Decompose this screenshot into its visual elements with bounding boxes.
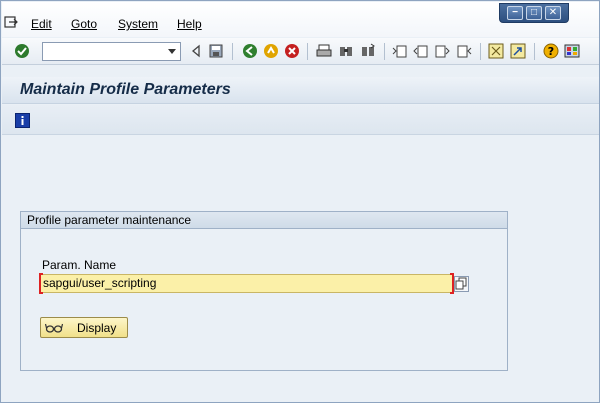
customize-layout-icon[interactable] <box>564 43 580 59</box>
groupbox-title: Profile parameter maintenance <box>21 212 507 229</box>
chevron-down-icon[interactable] <box>168 49 176 54</box>
find-next-icon[interactable] <box>360 43 376 59</box>
minimize-button[interactable]: − <box>507 6 523 20</box>
toolbar-separator <box>384 43 385 60</box>
sap-window: Edit Goto System Help − □ ✕ ? Maintain P… <box>0 0 600 403</box>
menu-bar: Edit Goto System Help − □ ✕ <box>2 2 599 37</box>
value-help-button[interactable] <box>454 276 469 292</box>
next-page-icon[interactable] <box>434 43 450 59</box>
first-page-icon[interactable] <box>392 43 408 59</box>
toolbar-separator <box>534 43 535 60</box>
last-page-icon[interactable] <box>456 43 472 59</box>
param-name-label: Param. Name <box>42 258 117 272</box>
glasses-icon <box>45 323 63 333</box>
title-bar: Maintain Profile Parameters <box>2 77 599 104</box>
required-marker-left <box>39 273 43 294</box>
param-name-input[interactable]: sapgui/user_scripting <box>39 274 454 293</box>
toolbar-separator <box>232 43 233 60</box>
application-toolbar <box>2 105 599 135</box>
system-menu-icon[interactable] <box>4 15 18 29</box>
create-session-icon[interactable] <box>488 43 504 59</box>
maximize-button[interactable]: □ <box>526 6 542 20</box>
standard-toolbar: ? <box>2 38 599 65</box>
command-field[interactable] <box>42 42 181 61</box>
exit-icon[interactable] <box>263 43 279 59</box>
enter-icon[interactable] <box>14 43 30 59</box>
display-button[interactable]: Display <box>40 317 128 338</box>
menu-goto[interactable]: Goto <box>71 17 97 31</box>
back-nav-icon[interactable] <box>242 43 258 59</box>
copy-icon <box>455 277 467 290</box>
print-icon[interactable] <box>316 43 332 59</box>
page-title: Maintain Profile Parameters <box>20 81 231 98</box>
close-button[interactable]: ✕ <box>545 6 561 20</box>
info-icon[interactable] <box>15 113 30 128</box>
save-icon[interactable] <box>208 43 224 59</box>
menu-system[interactable]: System <box>118 17 158 31</box>
cancel-icon[interactable] <box>284 43 300 59</box>
previous-page-icon[interactable] <box>413 43 429 59</box>
find-icon[interactable] <box>338 43 354 59</box>
toolbar-separator <box>307 43 308 60</box>
back-icon[interactable] <box>188 43 204 59</box>
window-controls: − □ ✕ <box>499 3 569 23</box>
shortcut-icon[interactable] <box>510 43 526 59</box>
menu-help[interactable]: Help <box>177 17 202 31</box>
svg-text:?: ? <box>548 45 554 58</box>
menu-edit[interactable]: Edit <box>31 17 52 31</box>
display-button-label: Display <box>77 321 117 335</box>
toolbar-separator <box>480 43 481 60</box>
help-icon[interactable]: ? <box>543 43 559 59</box>
